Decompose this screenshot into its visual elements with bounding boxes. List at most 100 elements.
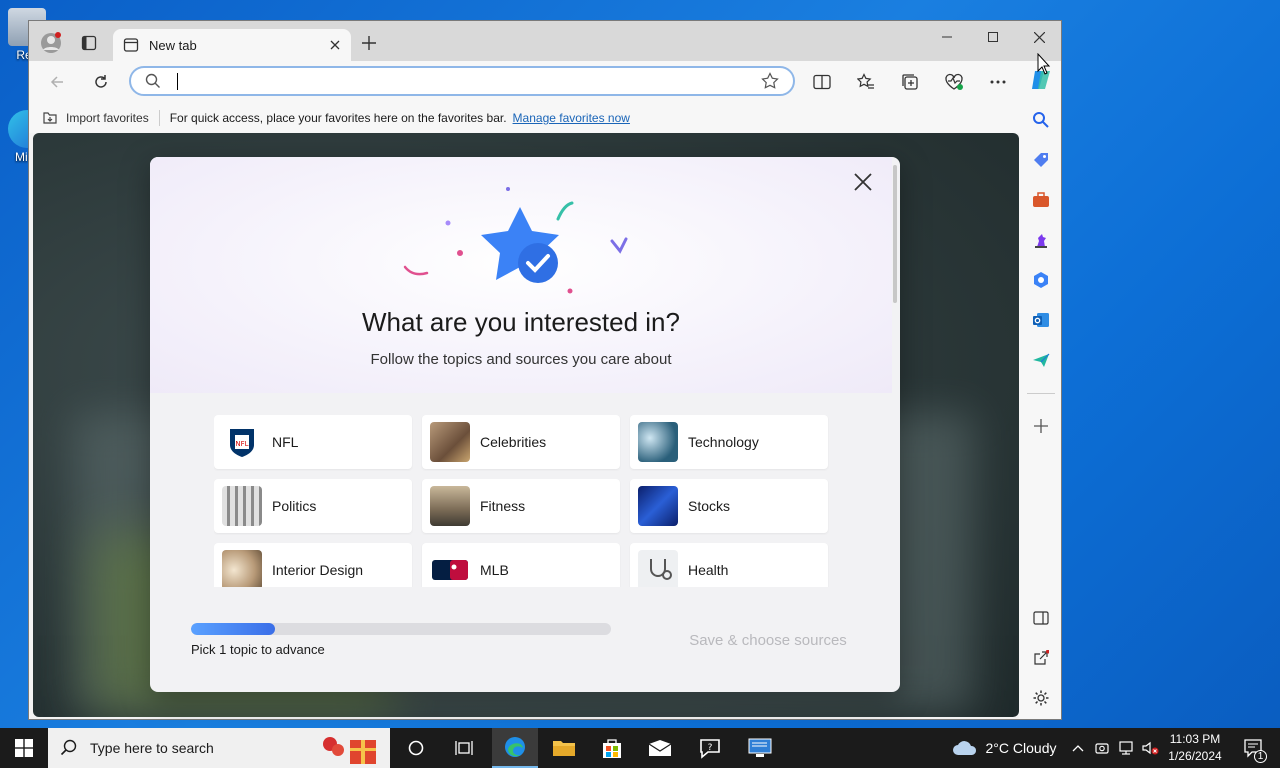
search-icon — [60, 739, 77, 756]
microsoft365-icon — [1034, 272, 1048, 288]
favorites-button[interactable] — [850, 68, 882, 96]
chess-piece-icon — [1035, 234, 1047, 248]
back-button[interactable] — [41, 68, 73, 96]
taskbar-store[interactable] — [590, 728, 634, 768]
topic-fitness[interactable]: Fitness — [422, 479, 620, 533]
topic-stocks[interactable]: Stocks — [630, 479, 828, 533]
network-icon — [1119, 741, 1133, 755]
address-input[interactable] — [175, 72, 755, 90]
sidebar-settings-button[interactable] — [1025, 683, 1057, 713]
show-hidden-icons-button[interactable] — [1068, 728, 1088, 768]
favorites-hint: For quick access, place your favorites h… — [169, 111, 507, 125]
sidebar-tools-button[interactable] — [1025, 185, 1057, 215]
save-and-choose-sources-button[interactable]: Save & choose sources — [670, 629, 866, 651]
sidebar-add-button[interactable] — [1025, 411, 1057, 441]
nfl-logo-icon: NFL — [222, 422, 262, 462]
collections-icon — [902, 74, 918, 90]
topic-mlb[interactable]: MLB — [422, 543, 620, 587]
progress-bar — [191, 623, 611, 635]
taskbar-feedback[interactable]: ? — [686, 728, 734, 768]
import-favorites-label: Import favorites — [66, 111, 149, 125]
start-button[interactable] — [0, 728, 48, 768]
sidebar-search-button[interactable] — [1025, 105, 1057, 135]
manage-favorites-link[interactable]: Manage favorites now — [513, 111, 630, 125]
chevron-up-icon — [1072, 745, 1084, 752]
mouse-cursor-icon — [1037, 53, 1051, 75]
tab-actions-button[interactable] — [75, 29, 103, 57]
tray-meet-button[interactable] — [1092, 728, 1112, 768]
sidebar-panel-icon — [1033, 611, 1049, 625]
topic-label: Health — [688, 562, 729, 578]
favorite-star-icon[interactable] — [761, 72, 779, 90]
hide-sidebar-button[interactable] — [1025, 603, 1057, 633]
tray-network-button[interactable] — [1116, 728, 1136, 768]
taskbar: Type here to search ? 2°C Cloudy 11:03 P… — [0, 728, 1280, 768]
refresh-icon — [95, 75, 107, 88]
browser-essentials-button[interactable] — [938, 68, 970, 96]
remote-desktop-icon — [748, 738, 772, 757]
folder-icon — [553, 741, 575, 756]
dialog-subtitle: Follow the topics and sources you care a… — [370, 351, 672, 368]
clock-date: 1/26/2024 — [1168, 749, 1222, 763]
minimize-button[interactable] — [924, 21, 970, 53]
sidebar-games-button[interactable] — [1025, 225, 1057, 255]
heart-pulse-icon — [945, 73, 963, 90]
title-bar: New tab — [29, 21, 1061, 61]
tray-volume-button[interactable] — [1140, 728, 1160, 768]
close-window-button[interactable] — [1016, 21, 1061, 53]
mlb-logo-icon — [430, 550, 470, 587]
sidebar-m365-button[interactable] — [1025, 265, 1057, 295]
close-tab-icon[interactable] — [329, 39, 341, 51]
new-tab-button[interactable] — [355, 29, 383, 57]
search-icon — [145, 73, 160, 88]
weather-widget[interactable]: 2°C Cloudy — [948, 728, 1060, 768]
import-favorites-button[interactable]: Import favorites — [41, 110, 149, 126]
sidebar-shopping-button[interactable] — [1025, 145, 1057, 175]
sidebar-outlook-button[interactable] — [1025, 305, 1057, 335]
cortana-button[interactable] — [396, 728, 436, 768]
tab-new-tab[interactable]: New tab — [113, 29, 351, 61]
close-dialog-button[interactable] — [850, 169, 876, 195]
sidebar-drop-button[interactable] — [1025, 345, 1057, 375]
address-bar[interactable] — [129, 66, 795, 96]
clock-time: 11:03 PM — [1169, 732, 1221, 746]
taskbar-search-box[interactable]: Type here to search — [48, 728, 390, 768]
plus-icon — [362, 36, 376, 50]
taskbar-remote-desktop[interactable] — [738, 728, 782, 768]
taskbar-edge[interactable] — [492, 728, 538, 768]
technology-photo — [638, 422, 678, 462]
notification-center-button[interactable]: 1 — [1234, 728, 1274, 768]
topic-interior-design[interactable]: Interior Design — [214, 543, 412, 587]
topic-celebrities[interactable]: Celebrities — [422, 415, 620, 469]
store-bag-icon — [603, 739, 621, 758]
collections-button[interactable] — [894, 68, 926, 96]
dialog-scrollbar[interactable] — [893, 165, 897, 303]
topic-nfl[interactable]: NFL NFL — [214, 415, 412, 469]
open-external-button[interactable] — [1025, 643, 1057, 673]
topic-health[interactable]: Health — [630, 543, 828, 587]
new-tab-page-icon — [123, 38, 139, 52]
topic-politics[interactable]: Politics — [214, 479, 412, 533]
dialog-hero: What are you interested in? Follow the t… — [150, 157, 892, 393]
edge-icon — [505, 737, 525, 757]
text-caret — [177, 73, 178, 90]
task-view-button[interactable] — [444, 728, 484, 768]
profile-button[interactable] — [37, 29, 65, 57]
tab-title: New tab — [149, 37, 197, 53]
notification-count-badge: 1 — [1254, 750, 1267, 763]
minimize-icon — [942, 36, 952, 38]
svg-text:?: ? — [708, 743, 713, 753]
toolbox-icon — [1033, 192, 1049, 207]
maximize-button[interactable] — [970, 21, 1016, 53]
split-screen-button[interactable] — [806, 68, 838, 96]
taskbar-file-explorer[interactable] — [542, 728, 586, 768]
settings-and-more-button[interactable] — [982, 68, 1014, 96]
feedback-chat-icon: ? — [700, 739, 720, 759]
system-clock[interactable]: 11:03 PM 1/26/2024 — [1160, 731, 1230, 765]
interests-dialog: What are you interested in? Follow the t… — [150, 157, 900, 692]
celebrities-photo — [430, 422, 470, 462]
topic-technology[interactable]: Technology — [630, 415, 828, 469]
favorites-divider — [158, 110, 160, 126]
refresh-button[interactable] — [85, 68, 117, 96]
taskbar-mail[interactable] — [638, 728, 682, 768]
